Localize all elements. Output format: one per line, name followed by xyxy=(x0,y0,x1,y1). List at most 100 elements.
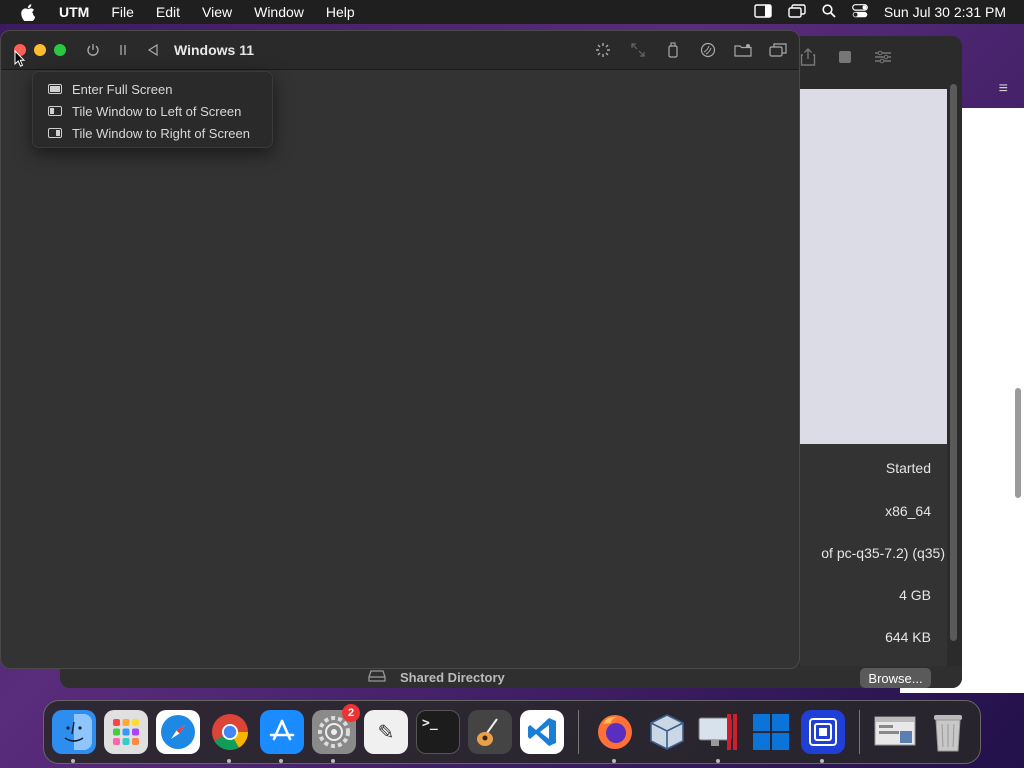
chrome-icon xyxy=(212,714,248,751)
dock-system-settings[interactable]: 2 xyxy=(312,704,360,763)
screen-mirroring-icon[interactable] xyxy=(788,3,806,21)
vm-window-title: Windows 11 xyxy=(174,42,255,58)
minimize-button[interactable] xyxy=(34,44,46,56)
vm-status-value: Started xyxy=(885,460,931,476)
settings-sliders-icon[interactable] xyxy=(874,50,892,69)
vm-machine-value: of pc-q35-7.2) (q35) xyxy=(821,545,945,561)
page-scrollbar[interactable] xyxy=(1015,388,1021,498)
app-store-icon xyxy=(269,719,295,741)
vm-architecture-value: x86_64 xyxy=(885,503,931,519)
mouse-cursor-icon xyxy=(14,49,26,73)
usb-icon[interactable] xyxy=(664,41,682,59)
menu-tile-left[interactable]: Tile Window to Left of Screen xyxy=(33,100,272,122)
apple-icon[interactable] xyxy=(18,3,36,21)
menu-view[interactable]: View xyxy=(191,4,243,20)
stop-icon[interactable] xyxy=(838,50,852,69)
dock-safari[interactable] xyxy=(156,710,200,754)
shared-directory-row: Shared Directory xyxy=(368,670,505,685)
dock-virtualbox[interactable] xyxy=(645,710,689,754)
dock-parallels[interactable] xyxy=(697,710,741,763)
dock-terminal[interactable]: >_ xyxy=(416,710,460,754)
dock-preview-window[interactable] xyxy=(874,710,918,754)
running-indicator xyxy=(227,759,231,763)
drive-icon xyxy=(368,670,386,685)
menu-edit[interactable]: Edit xyxy=(145,4,191,20)
garageband-icon xyxy=(477,718,498,746)
menu-enter-full-screen[interactable]: Enter Full Screen xyxy=(33,78,272,100)
vm-info-panel: Started x86_64 of pc-q35-7.2) (q35) 4 GB… xyxy=(800,444,947,672)
terminal-icon: >_ xyxy=(422,716,438,731)
running-indicator xyxy=(279,759,283,763)
power-icon[interactable] xyxy=(84,41,102,59)
dock-utm[interactable] xyxy=(801,710,845,763)
running-indicator xyxy=(71,759,75,763)
vm-size-value: 644 KB xyxy=(885,629,931,645)
menu-tile-right[interactable]: Tile Window to Right of Screen xyxy=(33,122,272,144)
hamburger-menu-icon: ≡ xyxy=(998,80,1008,97)
menu-window[interactable]: Window xyxy=(243,4,315,20)
running-indicator xyxy=(820,759,824,763)
dock-app-store[interactable] xyxy=(260,710,304,763)
menu-bar: UTM File Edit View Window Help Sun Jul 3… xyxy=(0,0,1024,24)
dock-chrome[interactable] xyxy=(208,710,252,763)
control-center-icon[interactable] xyxy=(851,3,868,21)
dock-textedit[interactable]: ✎ xyxy=(364,710,408,754)
menu-help[interactable]: Help xyxy=(315,4,366,20)
finder-icon xyxy=(56,714,92,750)
dock-launchpad[interactable] xyxy=(104,710,148,754)
trash-icon xyxy=(934,715,962,752)
dock-separator xyxy=(859,710,860,754)
virtualbox-icon xyxy=(650,714,684,750)
textedit-icon: ✎ xyxy=(377,721,395,744)
display-spinner-icon[interactable] xyxy=(594,41,612,59)
menu-item-label: Enter Full Screen xyxy=(72,81,173,97)
vm-memory-value: 4 GB xyxy=(899,587,931,603)
firefox-icon xyxy=(598,715,632,749)
pause-icon[interactable] xyxy=(114,41,132,59)
dock-firefox[interactable] xyxy=(593,710,637,763)
windows-icon xyxy=(753,714,789,750)
menubar-clock[interactable]: Sun Jul 30 2:31 PM xyxy=(884,4,1006,20)
tile-left-icon xyxy=(48,106,62,116)
search-icon[interactable] xyxy=(822,3,836,21)
dock-finder[interactable] xyxy=(52,710,96,763)
vm-titlebar: Windows 11 xyxy=(1,31,799,70)
browse-button[interactable]: Browse... xyxy=(860,668,931,688)
window-switch-icon[interactable] xyxy=(769,41,787,59)
restart-icon[interactable] xyxy=(144,41,162,59)
dock-trash[interactable] xyxy=(926,710,970,754)
dock: 2 ✎ >_ xyxy=(43,700,981,764)
menu-app-name[interactable]: UTM xyxy=(48,4,100,20)
full-screen-icon xyxy=(48,84,62,94)
dock-garageband[interactable] xyxy=(468,710,512,754)
resize-icon[interactable] xyxy=(629,41,647,59)
vscode-icon xyxy=(528,718,556,746)
safari-icon xyxy=(161,715,195,749)
menu-item-label: Tile Window to Left of Screen xyxy=(72,103,242,119)
window-tile-menu: Enter Full Screen Tile Window to Left of… xyxy=(32,71,273,148)
preview-window-icon xyxy=(874,716,916,746)
utm-main-toolbar xyxy=(800,48,892,71)
shared-folder-icon[interactable] xyxy=(734,41,752,59)
notification-badge: 2 xyxy=(342,704,360,722)
dock-windows[interactable] xyxy=(749,710,793,754)
tile-right-icon xyxy=(48,128,62,138)
share-icon[interactable] xyxy=(800,48,816,71)
running-indicator xyxy=(612,759,616,763)
shared-directory-label: Shared Directory xyxy=(400,670,505,685)
menu-item-label: Tile Window to Right of Screen xyxy=(72,125,250,141)
utm-footer xyxy=(60,666,962,688)
vm-preview-area xyxy=(800,89,947,444)
parallels-icon xyxy=(698,714,737,750)
dock-vscode[interactable] xyxy=(520,710,564,754)
drive-disc-icon[interactable] xyxy=(699,41,717,59)
running-indicator xyxy=(331,759,335,763)
menu-file[interactable]: File xyxy=(100,4,145,20)
vm-toolbar xyxy=(594,41,787,59)
background-page-link[interactable] xyxy=(34,668,74,682)
utm-scrollbar[interactable] xyxy=(950,84,957,641)
zoom-button[interactable] xyxy=(54,44,66,56)
launchpad-icon xyxy=(113,719,139,745)
running-indicator xyxy=(716,759,720,763)
sidebar-toggle-icon[interactable] xyxy=(754,3,772,21)
